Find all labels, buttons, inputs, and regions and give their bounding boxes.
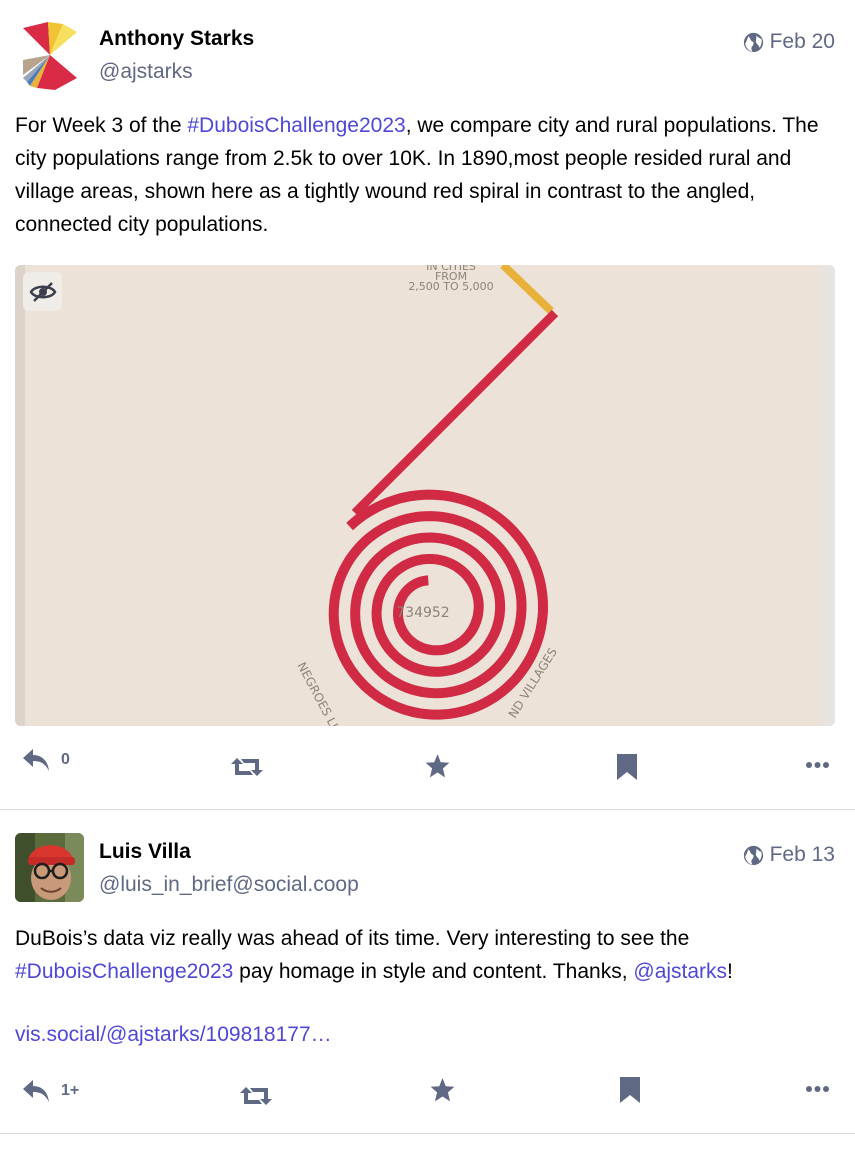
reply-count: 0	[61, 751, 70, 768]
reply-button[interactable]: 0	[21, 747, 70, 773]
favourite-button[interactable]	[424, 753, 451, 779]
post-text: DuBois’s data viz really was ahead of it…	[15, 927, 690, 950]
post-text: pay homage in style and content. Thanks,	[233, 960, 634, 983]
post-text: !	[727, 960, 733, 983]
favourite-button[interactable]	[429, 1077, 456, 1103]
mention-link[interactable]: @ajstarks	[633, 960, 727, 983]
post-content: For Week 3 of the #DuboisChallenge2023, …	[15, 109, 840, 241]
author-handle[interactable]: @luis_in_brief@social.coop	[99, 873, 359, 897]
bookmark-button[interactable]	[620, 1077, 640, 1103]
author-name[interactable]: Anthony Starks	[99, 27, 254, 51]
action-bar: 0	[0, 747, 855, 787]
author-handle[interactable]: @ajstarks	[99, 60, 193, 84]
more-icon	[806, 1086, 829, 1092]
reply-icon	[23, 1080, 49, 1102]
avatar-image	[15, 833, 84, 902]
post-date-text: Feb 13	[769, 843, 835, 866]
post-paragraph: vis.social/@ajstarks/109818177…	[15, 1018, 840, 1051]
status-post[interactable]: Luis Villa @luis_in_brief@social.coop Fe…	[0, 810, 855, 1134]
more-button[interactable]	[806, 1086, 829, 1092]
dubois-spiral-image: IN CITIES FROM 2,500 TO 5,000 734952 NEG…	[15, 265, 835, 726]
post-date[interactable]: Feb 13	[743, 843, 835, 867]
avatar-image	[15, 20, 85, 90]
boost-icon	[231, 758, 263, 776]
reply-button[interactable]: 1+	[21, 1078, 79, 1104]
avatar[interactable]	[15, 20, 85, 90]
post-paragraph: DuBois’s data viz really was ahead of it…	[15, 922, 840, 988]
post-date[interactable]: Feb 20	[743, 30, 835, 54]
avatar[interactable]	[15, 833, 84, 902]
media-attachment[interactable]: IN CITIES FROM 2,500 TO 5,000 734952 NEG…	[15, 265, 835, 726]
more-icon	[806, 762, 829, 768]
star-icon	[430, 1078, 455, 1102]
author-name[interactable]: Luis Villa	[99, 840, 191, 864]
more-button[interactable]	[806, 762, 829, 768]
globe-icon	[743, 845, 763, 865]
globe-icon	[743, 32, 763, 52]
bookmark-button[interactable]	[617, 754, 637, 780]
post-text: For Week 3 of the	[15, 114, 188, 137]
status-post[interactable]: Anthony Starks @ajstarks Feb 20 For Week…	[0, 0, 855, 810]
boost-button[interactable]	[231, 755, 263, 779]
boost-button[interactable]	[240, 1084, 272, 1108]
hashtag-link[interactable]: #DuboisChallenge2023	[15, 960, 233, 983]
post-date-text: Feb 20	[769, 30, 835, 53]
center-value: 734952	[396, 605, 449, 621]
hashtag-link[interactable]: #DuboisChallenge2023	[187, 114, 405, 137]
top-label-3: 2,500 TO 5,000	[408, 280, 493, 293]
boost-icon	[240, 1087, 272, 1105]
reply-icon	[23, 749, 49, 771]
hide-media-button[interactable]	[23, 272, 62, 311]
bookmark-icon	[620, 1077, 640, 1103]
star-icon	[425, 754, 450, 778]
action-bar: 1+	[0, 1070, 855, 1110]
reply-count: 1+	[61, 1082, 80, 1099]
bookmark-icon	[617, 754, 637, 780]
url-link[interactable]: vis.social/@ajstarks/109818177…	[15, 1023, 332, 1046]
eye-slash-icon	[29, 281, 56, 302]
post-content: DuBois’s data viz really was ahead of it…	[15, 922, 840, 1051]
